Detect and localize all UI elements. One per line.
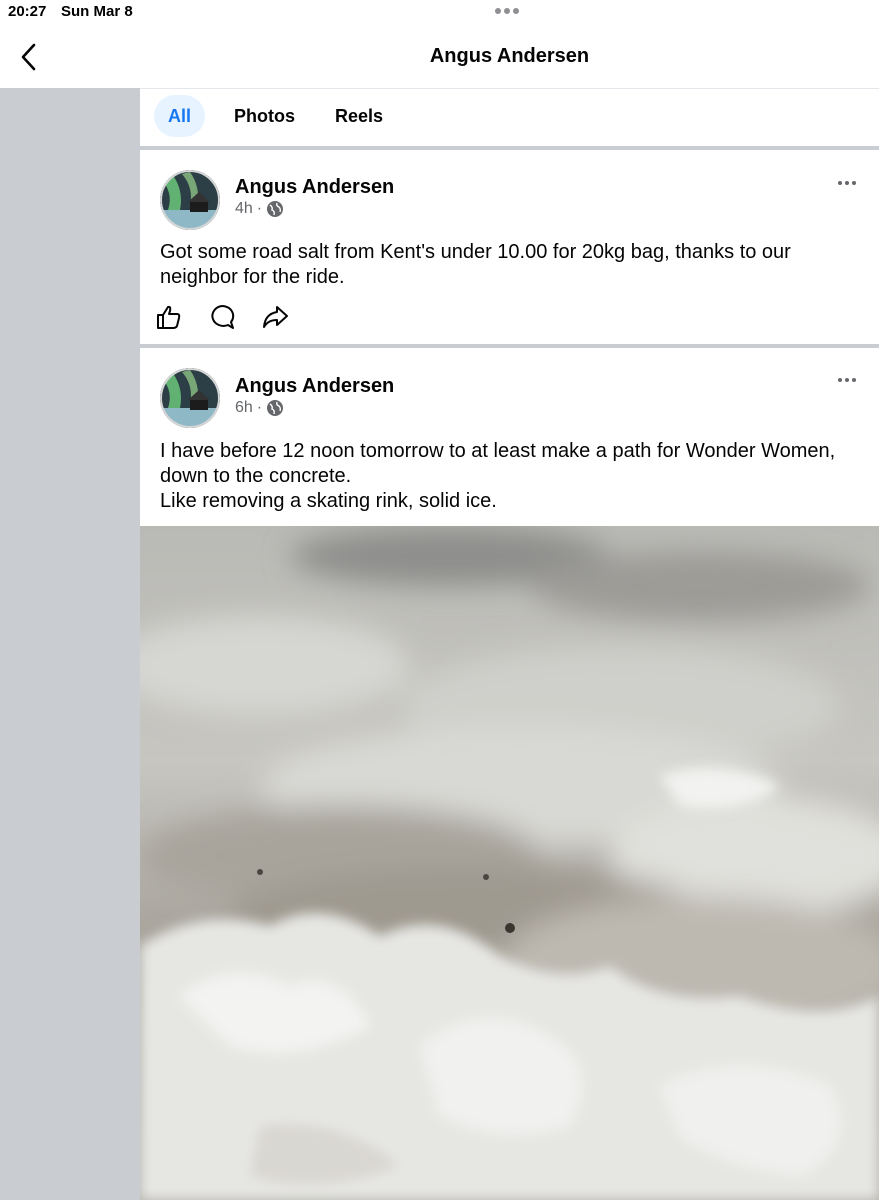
tab-photos[interactable]: Photos	[220, 95, 309, 137]
page-title: Angus Andersen	[429, 45, 590, 67]
status-time: 20:27	[8, 3, 47, 20]
post-text-line: I have before 12 noon tomorrow to at lea…	[160, 440, 836, 487]
post-text-line: Got some road salt from Kent's under 10.…	[160, 241, 791, 288]
globe-icon	[267, 400, 284, 416]
post-text: Got some road salt from Kent's under 10.…	[160, 240, 861, 290]
left-gutter	[0, 88, 140, 1200]
post-time[interactable]: 6h	[235, 399, 253, 417]
like-icon	[157, 305, 181, 329]
tab-reels[interactable]: Reels	[321, 95, 397, 137]
post-card: Angus Andersen 4h · Got some road salt f…	[140, 150, 879, 344]
filter-tabs: All Photos Reels	[140, 88, 879, 146]
nav-bar: Angus Andersen	[0, 26, 879, 88]
avatar[interactable]	[160, 170, 220, 230]
ice-photo[interactable]	[140, 526, 879, 1200]
post-time[interactable]: 4h	[235, 200, 253, 218]
post-text-line: Like removing a skating rink, solid ice.	[160, 490, 497, 512]
meta-separator: ·	[256, 399, 263, 416]
comment-icon	[211, 304, 235, 329]
multitasking-dots-icon[interactable]	[495, 8, 519, 14]
post-author[interactable]: Angus Andersen	[235, 176, 394, 199]
post-author[interactable]: Angus Andersen	[235, 375, 394, 398]
globe-icon	[267, 201, 284, 217]
more-options-button[interactable]	[835, 176, 859, 190]
avatar[interactable]	[160, 368, 220, 428]
more-options-button[interactable]	[835, 373, 859, 387]
tab-all[interactable]: All	[154, 95, 206, 137]
post-text: I have before 12 noon tomorrow to at lea…	[160, 439, 861, 514]
comment-button[interactable]	[207, 302, 237, 332]
like-button[interactable]	[154, 302, 184, 332]
post-meta: 4h ·	[235, 200, 284, 218]
status-bar: 20:27 Sun Mar 8	[0, 0, 879, 26]
meta-separator: ·	[256, 200, 263, 217]
post-meta: 6h ·	[235, 399, 284, 417]
profile-feed: All Photos Reels Angus Andersen 4h · Got…	[140, 88, 879, 1200]
share-button[interactable]	[260, 302, 290, 332]
status-date: Sun Mar 8	[61, 3, 133, 20]
share-icon	[263, 306, 288, 328]
